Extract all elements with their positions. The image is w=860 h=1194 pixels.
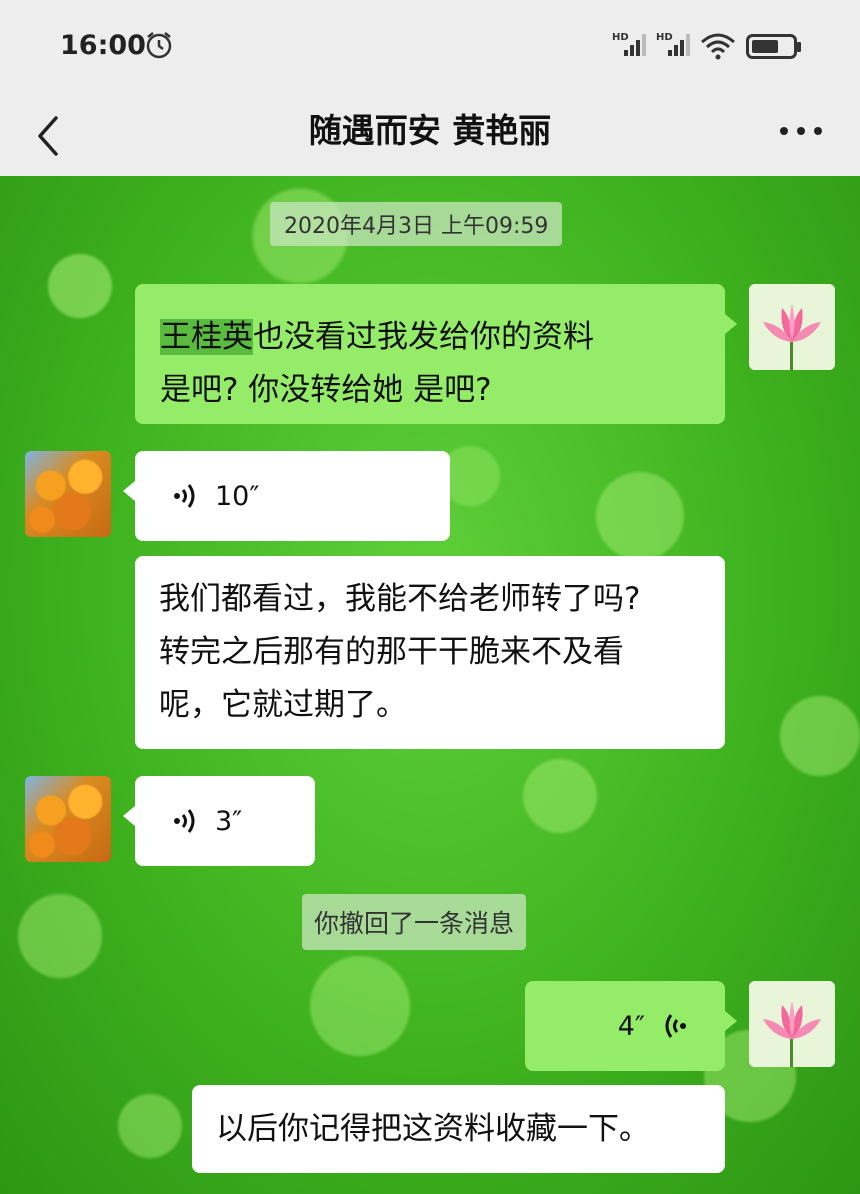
battery-icon [746, 34, 801, 59]
svg-text:HD: HD [612, 32, 629, 43]
voice-duration: 10″ [215, 480, 260, 512]
message-list[interactable]: 2020年4月3日 上午09:59 王桂英也没看过我发给你的资料 是吧? 你没转… [0, 176, 860, 1194]
my-avatar[interactable] [749, 981, 835, 1067]
svg-text:HD: HD [656, 32, 673, 43]
message-bubble-received[interactable]: 我们都看过，我能不给老师转了吗? 转完之后那有的那干干脆来不及看 呢，它就过期了… [135, 556, 725, 749]
voice-duration: 3″ [215, 805, 243, 837]
more-options-icon[interactable] [776, 116, 826, 146]
lotus-icon [749, 284, 835, 370]
signal-icon-sim2: HD [656, 32, 690, 56]
message-text-line: 呢，它就过期了。 [159, 687, 407, 723]
contact-avatar[interactable] [25, 451, 111, 537]
highlighted-name: 王桂英 [160, 319, 253, 355]
status-time: 16:00 [60, 30, 146, 61]
voice-wave-icon [665, 1014, 686, 1038]
recall-notice: 你撤回了一条消息 [302, 894, 527, 950]
message-text-line: 转完之后那有的那干干脆来不及看 [159, 634, 624, 670]
message-bubble-sent[interactable]: 王桂英也没看过我发给你的资料 是吧? 你没转给她 是吧? [135, 284, 737, 424]
chat-header: 随遇而安 黄艳丽 [0, 92, 860, 176]
chat-title: 随遇而安 黄艳丽 [308, 111, 552, 150]
contact-avatar[interactable] [25, 776, 111, 862]
voice-message-sent[interactable]: 4″ [525, 981, 737, 1071]
voice-message[interactable]: 3″ [123, 776, 315, 866]
signal-icon-sim1: HD [612, 32, 646, 56]
message-text: 是吧? 你没转给她 是吧? [160, 372, 492, 408]
voice-wave-icon [174, 809, 195, 833]
wifi-icon [701, 33, 735, 60]
message-text: 以后你记得把这资料收藏一下。 [216, 1111, 650, 1147]
voice-wave-icon [174, 484, 195, 508]
voice-message[interactable]: 10″ [123, 451, 450, 541]
status-bar: 16:00 HD HD [0, 0, 860, 92]
message-bubble-received[interactable]: 以后你记得把这资料收藏一下。 [192, 1085, 725, 1173]
message-text-line: 我们都看过，我能不给老师转了吗? [159, 581, 641, 617]
lotus-icon [749, 981, 835, 1067]
voice-duration: 4″ [617, 1010, 645, 1042]
my-avatar[interactable] [749, 284, 835, 370]
alarm-icon [146, 32, 172, 59]
message-timestamp: 2020年4月3日 上午09:59 [270, 202, 563, 246]
message-text: 也没看过我发给你的资料 [253, 319, 594, 355]
